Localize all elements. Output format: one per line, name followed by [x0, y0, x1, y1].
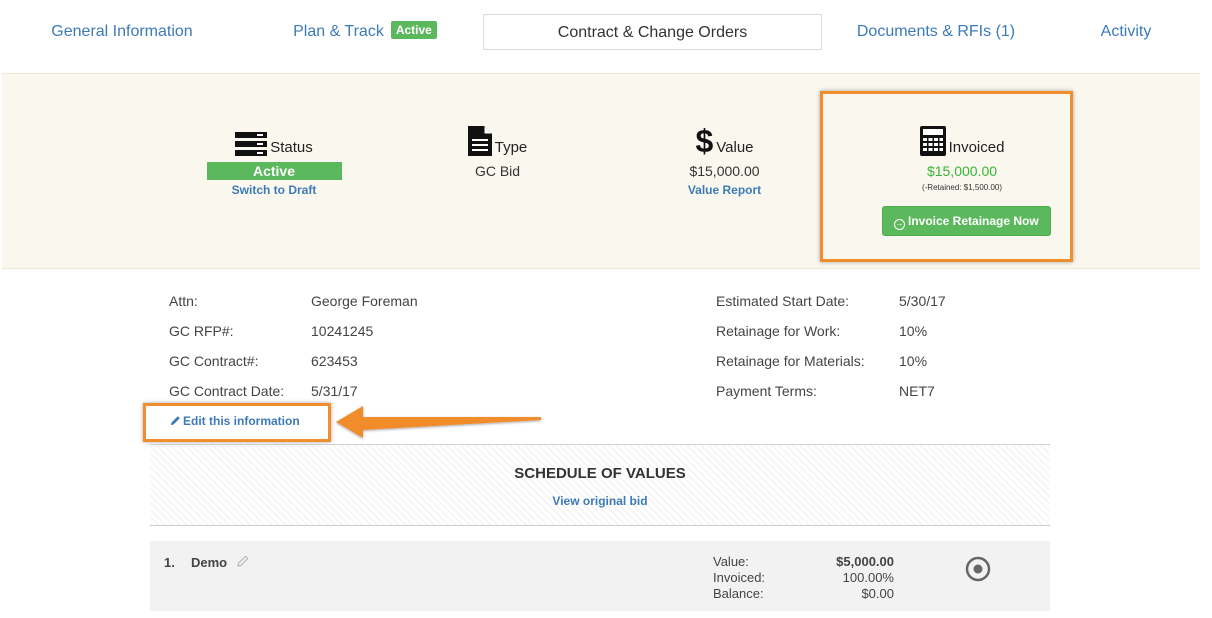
tab-contract-change-orders[interactable]: Contract & Change Orders: [483, 14, 822, 50]
value-report-link[interactable]: Value Report: [657, 183, 792, 197]
sov-value-label: Value:: [713, 554, 749, 569]
sov-item-row: 1. Demo Value: $5,000.00 Invoiced: 100.0…: [150, 541, 1050, 611]
tab-plan-track[interactable]: Plan & Track Active: [280, 14, 450, 50]
highlight-box-invoiced: [820, 91, 1073, 262]
sov-title: SCHEDULE OF VALUES: [514, 465, 686, 482]
status-badge: Active: [206, 162, 342, 180]
arrow-pointer-icon: [336, 406, 541, 438]
gc-rfp-value: 10241245: [311, 323, 374, 339]
tab-docs-label: Documents & RFIs (1): [856, 23, 1016, 40]
tab-activity[interactable]: Activity: [1080, 14, 1172, 50]
payment-terms-value: NET7: [899, 383, 935, 399]
tab-general-information[interactable]: General Information: [30, 14, 214, 50]
tab-plan-label: Plan & Track: [293, 23, 384, 40]
sov-item-name: Demo: [191, 555, 228, 570]
sov-invoiced-percent: 100.00%: [842, 570, 894, 585]
gc-contract-date-label: GC Contract Date:: [169, 383, 285, 399]
sov-balance-label: Balance:: [713, 586, 764, 601]
plan-status-badge: Active: [390, 21, 437, 39]
pencil-edit-icon[interactable]: [237, 555, 249, 567]
schedule-of-values-header: SCHEDULE OF VALUES View original bid: [150, 444, 1050, 526]
retainage-materials-label: Retainage for Materials:: [716, 353, 865, 369]
status-header: Status: [205, 122, 343, 156]
sov-item-number: 1.: [164, 555, 175, 570]
type-header: Type: [430, 122, 565, 156]
type-value: GC Bid: [474, 163, 521, 179]
value-stat: $ Value $15,000.00 Value Report: [657, 122, 792, 197]
sov-value-amount: $5,000.00: [836, 554, 894, 569]
gc-contract-value: 623453: [311, 353, 358, 369]
gc-contract-label: GC Contract#:: [169, 353, 259, 369]
gc-contract-date-value: 5/31/17: [311, 383, 358, 399]
highlight-box-edit: [143, 403, 331, 442]
status-stat: Status Active Switch to Draft: [205, 122, 343, 197]
retainage-work-label: Retainage for Work:: [716, 323, 841, 339]
tab-contract-label: Contract & Change Orders: [557, 24, 748, 41]
switch-to-draft-link[interactable]: Switch to Draft: [205, 183, 343, 197]
type-stat: Type GC Bid: [430, 122, 565, 180]
retainage-work-value: 10%: [899, 323, 928, 339]
server-icon: [235, 132, 268, 156]
view-original-bid-link[interactable]: View original bid: [150, 494, 1050, 508]
tab-documents-rfis[interactable]: Documents & RFIs (1): [850, 14, 1022, 50]
start-date-value: 5/30/17: [899, 293, 946, 309]
payment-terms-label: Payment Terms:: [716, 383, 817, 399]
attn-label: Attn:: [169, 293, 198, 309]
target-icon[interactable]: [965, 556, 991, 582]
start-date-label: Estimated Start Date:: [716, 293, 850, 309]
sov-balance-amount: $0.00: [861, 586, 894, 601]
tab-activity-label: Activity: [1100, 23, 1152, 40]
gc-rfp-label: GC RFP#:: [169, 323, 234, 339]
value-label: Value: [716, 139, 754, 156]
value-header: $ Value: [657, 122, 792, 159]
type-label: Type: [494, 139, 528, 156]
retainage-materials-value: 10%: [899, 353, 928, 369]
tab-bar: General Information Plan & Track Active C…: [0, 0, 1212, 62]
value-amount: $15,000.00: [689, 163, 760, 179]
dollar-icon: $: [695, 123, 714, 159]
sov-invoiced-label: Invoiced:: [713, 570, 766, 585]
status-label: Status: [270, 139, 313, 156]
tab-general-label: General Information: [51, 23, 193, 40]
document-icon: [467, 126, 492, 156]
attn-value: George Foreman: [311, 293, 418, 309]
